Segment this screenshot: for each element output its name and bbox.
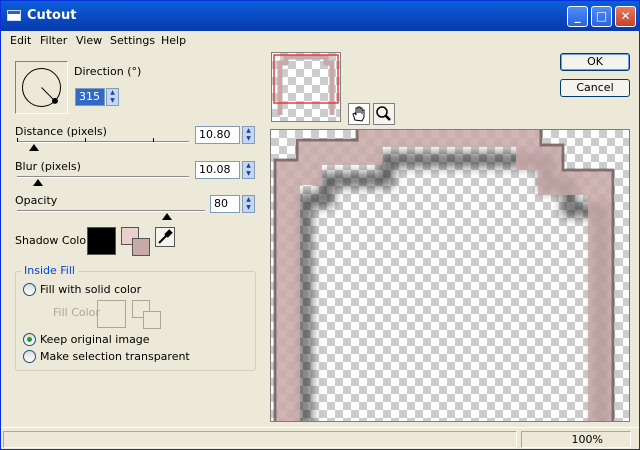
zoom-tool-button[interactable]: [373, 103, 395, 125]
slider-tick: [153, 138, 154, 142]
direction-label: Direction (°): [74, 65, 142, 78]
menu-view[interactable]: View: [76, 34, 102, 47]
ok-button[interactable]: OK: [560, 53, 630, 71]
thumbnail-preview: [273, 54, 339, 115]
opacity-spinner[interactable]: ▲ ▼: [242, 195, 255, 213]
spin-up-icon[interactable]: ▲: [243, 127, 254, 135]
status-bar: 100%: [1, 427, 639, 449]
fill-solid-label[interactable]: Fill with solid color: [40, 283, 141, 296]
distance-slider-thumb[interactable]: [29, 144, 40, 151]
distance-label: Distance (pixels): [15, 125, 107, 138]
blur-spinner[interactable]: ▲ ▼: [242, 161, 255, 179]
fill-color-recent-swatch: [132, 300, 162, 330]
blur-label: Blur (pixels): [15, 160, 81, 173]
fill-color-label: Fill Color: [53, 306, 100, 319]
spin-up-icon[interactable]: ▲: [243, 196, 254, 204]
direction-dial[interactable]: [15, 61, 68, 114]
menu-edit[interactable]: Edit: [10, 34, 31, 47]
keep-original-label[interactable]: Keep original image: [40, 333, 150, 346]
shadow-color-swatch[interactable]: [87, 227, 116, 255]
distance-spinner[interactable]: ▲ ▼: [242, 126, 255, 144]
menu-bar: Edit Filter View Settings Help: [1, 31, 639, 50]
title-bar[interactable]: Cutout _ □ ✕: [1, 1, 639, 31]
hand-icon: [352, 106, 365, 122]
spin-down-icon[interactable]: ▼: [243, 204, 254, 212]
window-title: Cutout: [27, 8, 77, 23]
maximize-button[interactable]: □: [591, 6, 612, 27]
blur-input[interactable]: 10.08: [195, 161, 240, 179]
status-zoom: 100%: [521, 431, 631, 448]
spin-up-icon[interactable]: ▲: [107, 89, 118, 97]
dial-graphic: [22, 68, 61, 107]
status-message-pane: [3, 431, 517, 448]
menu-filter[interactable]: Filter: [40, 34, 67, 47]
spin-down-icon[interactable]: ▼: [107, 97, 118, 105]
distance-input[interactable]: 10.80: [195, 126, 240, 144]
window-icon: [7, 10, 21, 21]
close-button[interactable]: ✕: [615, 6, 636, 27]
keep-original-radio[interactable]: [23, 333, 36, 346]
shadow-color-label: Shadow Color: [15, 234, 91, 247]
opacity-input[interactable]: 80: [210, 195, 240, 213]
shadow-color-recent-swatch[interactable]: [121, 227, 151, 257]
minimize-button[interactable]: _: [567, 6, 588, 27]
cutout-preview: [273, 130, 615, 421]
opacity-slider-thumb[interactable]: [162, 213, 173, 220]
direction-input[interactable]: 315: [75, 88, 105, 106]
opacity-slider-track[interactable]: [17, 210, 205, 212]
make-transparent-label[interactable]: Make selection transparent: [40, 350, 190, 363]
blur-slider-track[interactable]: [17, 176, 189, 178]
blur-slider-thumb[interactable]: [32, 179, 43, 186]
eyedropper-button[interactable]: [155, 227, 175, 247]
direction-spinner[interactable]: ▲ ▼: [106, 88, 119, 106]
opacity-label: Opacity: [15, 194, 58, 207]
menu-help[interactable]: Help: [161, 34, 186, 47]
slider-tick: [17, 138, 18, 142]
spin-up-icon[interactable]: ▲: [243, 162, 254, 170]
eyedropper-icon: [158, 229, 173, 244]
spin-down-icon[interactable]: ▼: [243, 135, 254, 143]
menu-settings[interactable]: Settings: [110, 34, 155, 47]
distance-slider-track[interactable]: [17, 141, 189, 143]
make-transparent-radio[interactable]: [23, 350, 36, 363]
zoom-icon: [376, 106, 391, 121]
cutout-dialog: Cutout _ □ ✕ Edit Filter View Settings H…: [0, 0, 640, 450]
preview-canvas[interactable]: [270, 129, 630, 422]
fill-solid-radio[interactable]: [23, 283, 36, 296]
navigator-thumbnail[interactable]: [271, 52, 341, 122]
cancel-button[interactable]: Cancel: [560, 79, 630, 97]
slider-tick: [85, 138, 86, 142]
hand-tool-button[interactable]: [348, 103, 370, 125]
fill-color-swatch: [97, 300, 126, 328]
inside-fill-title: Inside Fill: [21, 264, 78, 277]
spin-down-icon[interactable]: ▼: [243, 170, 254, 178]
